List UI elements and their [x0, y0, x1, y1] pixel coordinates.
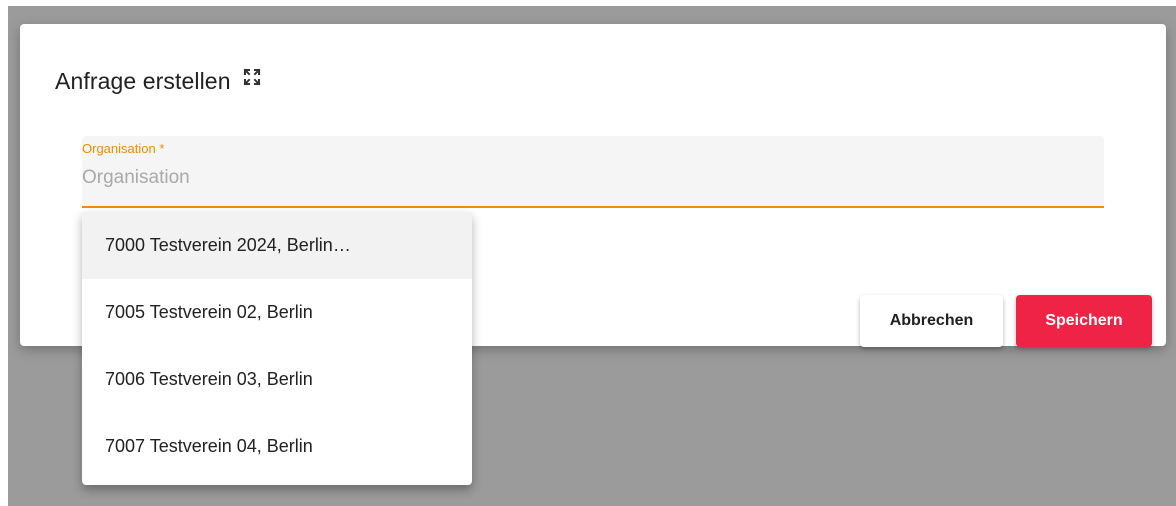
organisation-input[interactable]	[82, 164, 1082, 192]
cancel-button[interactable]: Abbrechen	[860, 295, 1003, 347]
save-button[interactable]: Speichern	[1016, 295, 1152, 347]
expand-icon[interactable]	[243, 68, 261, 86]
dropdown-option[interactable]: 7007 Testverein 04, Berlin	[82, 413, 472, 480]
dialog-title-text: Anfrage erstellen	[55, 68, 231, 94]
organisation-field[interactable]: Organisation *	[82, 136, 1104, 208]
dropdown-option[interactable]: 7006 Testverein 03, Berlin	[82, 346, 472, 413]
dropdown-option[interactable]: 7000 Testverein 2024, Berlin…	[82, 212, 472, 279]
organisation-label: Organisation *	[82, 141, 165, 156]
dropdown-option[interactable]: 7005 Testverein 02, Berlin	[82, 279, 472, 346]
organisation-dropdown: 7000 Testverein 2024, Berlin… 7005 Testv…	[82, 212, 472, 485]
dialog-title: Anfrage erstellen	[55, 68, 261, 95]
